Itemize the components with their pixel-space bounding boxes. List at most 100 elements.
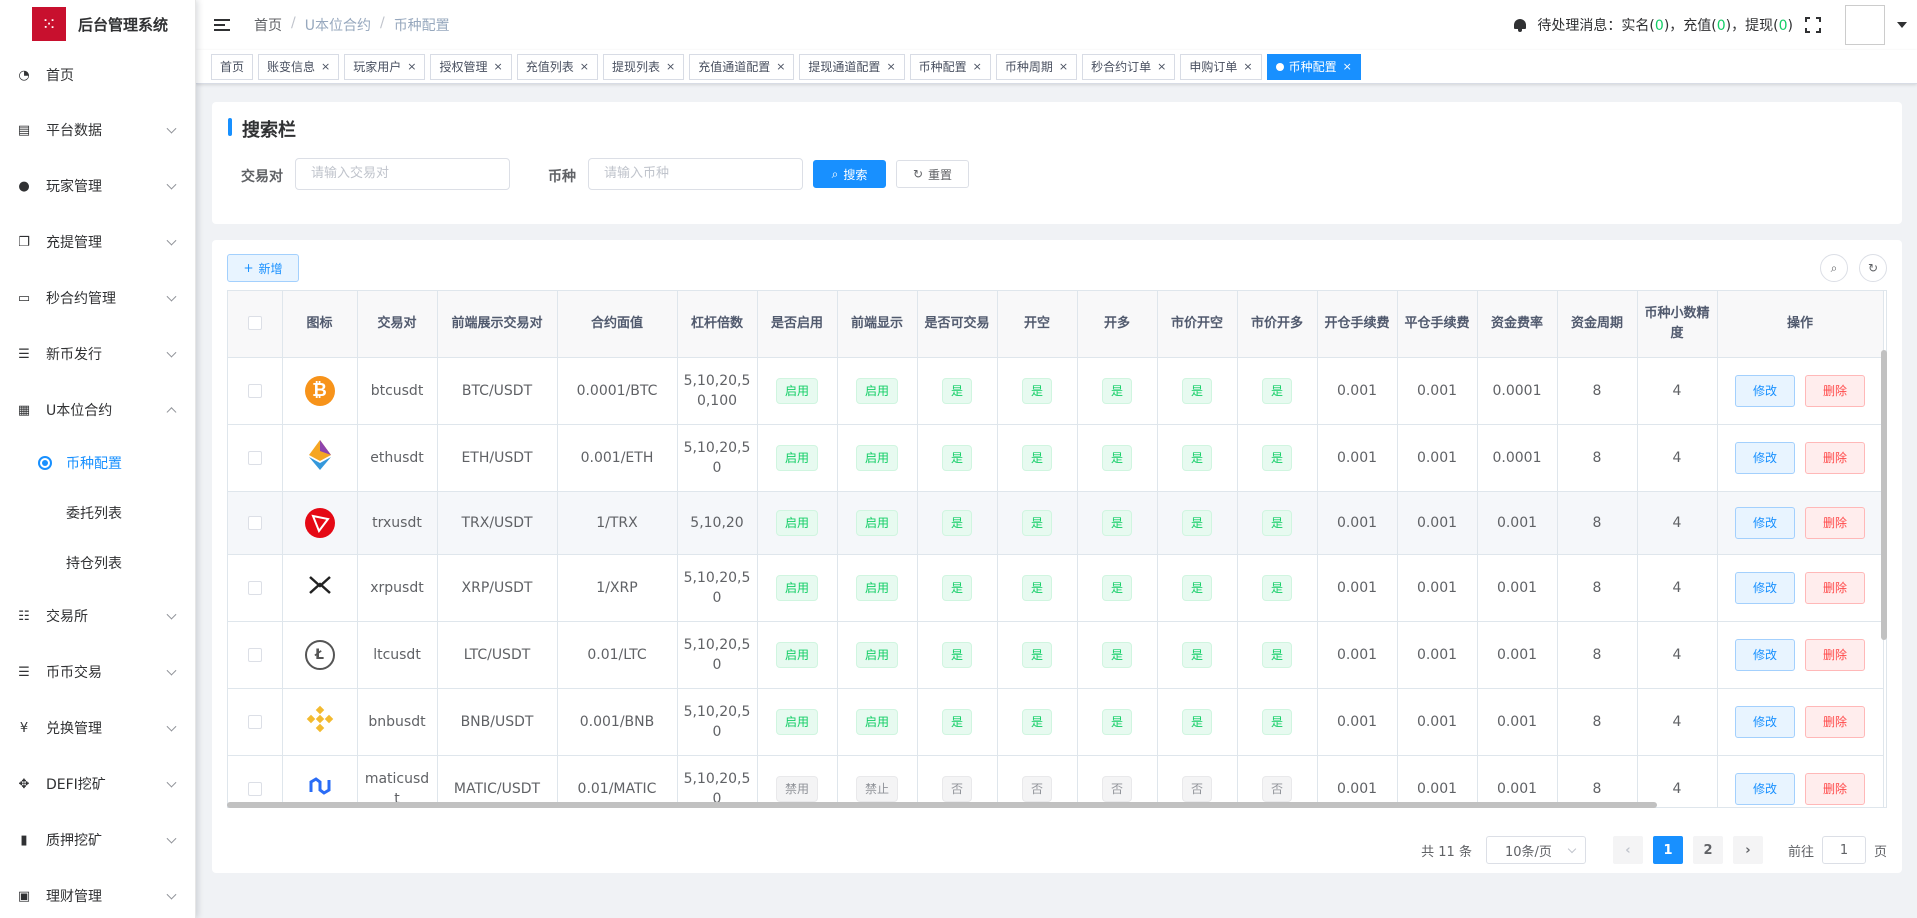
close-icon[interactable]: ×: [973, 60, 982, 73]
close-icon[interactable]: ×: [1059, 60, 1068, 73]
tag-recharge-channel[interactable]: 充值通道配置 ×: [689, 53, 795, 80]
sidebar-item-staking[interactable]: ▮ 质押挖矿: [0, 812, 195, 868]
table-row[interactable]: trxusdt TRX/USDT 1/TRX 5,10,20 启用 启用 是 是 是 是 是 0.00…: [228, 491, 1884, 555]
edit-button[interactable]: 修改: [1735, 571, 1795, 604]
tag-withdraw-list[interactable]: 提现列表 ×: [602, 53, 685, 80]
edit-button[interactable]: 修改: [1735, 506, 1795, 539]
pending-notice[interactable]: 待处理消息：实名(0)，充值(0)，提现(0): [1537, 15, 1793, 35]
sidebar-item-platform-data[interactable]: ▤ 平台数据: [0, 102, 195, 158]
sidebar-subitem-positions[interactable]: 持仓列表: [0, 538, 195, 588]
tag-subscribe-orders[interactable]: 申购订单 ×: [1180, 53, 1262, 80]
bell-icon[interactable]: [1513, 18, 1527, 32]
sidebar-item-finance[interactable]: ▣ 理财管理: [0, 868, 195, 918]
coin-input[interactable]: 请输入币种: [588, 158, 803, 190]
tag-home[interactable]: 首页: [211, 53, 254, 80]
select-all-checkbox[interactable]: [247, 316, 262, 331]
pair-input[interactable]: 请输入交易对: [295, 158, 510, 190]
row-checkbox[interactable]: [247, 383, 262, 398]
close-icon[interactable]: ×: [886, 60, 895, 73]
table-row[interactable]: bnbusdt BNB/USDT 0.001/BNB 5,10,20,50 启用 启用 是 是…: [228, 688, 1884, 756]
next-page-button[interactable]: ›: [1732, 836, 1763, 864]
header-select-all[interactable]: [228, 291, 283, 358]
row-select-cell[interactable]: [228, 621, 283, 689]
sidebar-item-new-coin[interactable]: ☰ 新币发行: [0, 326, 195, 382]
hamburger-icon[interactable]: [214, 16, 230, 34]
fullscreen-icon[interactable]: [1805, 17, 1821, 33]
sidebar-subitem-coin-config[interactable]: 币种配置: [0, 438, 195, 488]
page-button-2[interactable]: 2: [1692, 836, 1723, 864]
close-icon[interactable]: ×: [776, 60, 785, 73]
row-checkbox[interactable]: [247, 580, 262, 595]
caret-down-icon[interactable]: [1897, 22, 1907, 28]
table-row[interactable]: ₿ btcusdt BTC/USDT 0.0001/BTC 5,10,20,50,100…: [228, 357, 1884, 425]
delete-button[interactable]: 删除: [1805, 506, 1865, 539]
goto-page-input[interactable]: 1: [1821, 836, 1866, 864]
sidebar-item-second-contract[interactable]: ▭ 秒合约管理: [0, 270, 195, 326]
sidebar-item-swap[interactable]: ¥ 兑换管理: [0, 700, 195, 756]
table-row[interactable]: maticusdt MATIC/USDT 0.01/MATIC 5,10,20,50 禁…: [228, 755, 1884, 807]
edit-button[interactable]: 修改: [1735, 441, 1795, 474]
row-select-cell[interactable]: [228, 491, 283, 555]
edit-button[interactable]: 修改: [1735, 705, 1795, 738]
row-checkbox[interactable]: [247, 450, 262, 465]
close-icon[interactable]: ×: [1243, 60, 1252, 73]
delete-button[interactable]: 删除: [1805, 441, 1865, 474]
tag-second-orders[interactable]: 秒合约订单 ×: [1082, 53, 1176, 80]
close-icon[interactable]: ×: [580, 60, 589, 73]
tag-coin-config[interactable]: 币种配置 ×: [909, 53, 991, 80]
reset-button[interactable]: ↻ 重置: [896, 160, 969, 188]
sidebar-item-spot[interactable]: ☰ 币币交易: [0, 644, 195, 700]
row-checkbox[interactable]: [247, 515, 262, 530]
sidebar-subitem-orders[interactable]: 委托列表: [0, 488, 195, 538]
page-size-select[interactable]: 10条/页: [1485, 836, 1586, 864]
tag-coin-period[interactable]: 币种周期 ×: [995, 53, 1078, 80]
logo-area[interactable]: ⁙ 后台管理系统: [0, 0, 195, 48]
add-button[interactable]: + 新增: [227, 254, 299, 282]
row-checkbox[interactable]: [247, 714, 262, 729]
close-icon[interactable]: ×: [1157, 60, 1166, 73]
toggle-search-button[interactable]: ⌕: [1820, 254, 1848, 282]
edit-button[interactable]: 修改: [1735, 374, 1795, 407]
sidebar-item-u-contract[interactable]: ▦ U本位合约: [0, 382, 195, 438]
table-row[interactable]: xrpusdt XRP/USDT 1/XRP 5,10,20,50 启用 启用是是是是是 0…: [228, 554, 1884, 622]
tag-coin-config-active[interactable]: 币种配置 ×: [1266, 53, 1361, 80]
tag-account-changes[interactable]: 账变信息 ×: [258, 53, 340, 80]
table-row[interactable]: Łltcusdt LTC/USDT 0.01/LTC 5,10,20,50 启用 启用 是 是…: [228, 621, 1884, 689]
delete-button[interactable]: 删除: [1805, 772, 1865, 805]
row-checkbox[interactable]: [247, 781, 262, 796]
tag-players[interactable]: 玩家用户 ×: [344, 53, 426, 80]
search-button[interactable]: ⌕ 搜索: [813, 160, 886, 188]
sidebar-item-defi[interactable]: ✥ DEFI挖矿: [0, 756, 195, 812]
sidebar-item-exchange[interactable]: ☷ 交易所: [0, 588, 195, 644]
delete-button[interactable]: 删除: [1805, 705, 1865, 738]
avatar[interactable]: [1845, 5, 1885, 45]
close-icon[interactable]: ×: [494, 60, 503, 73]
table-row[interactable]: ethusdt ETH/USDT 0.001/ETH 5,10,20,50 启用 启用 是 是…: [228, 424, 1884, 492]
sidebar-item-home[interactable]: ◔ 首页: [0, 48, 195, 102]
row-checkbox[interactable]: [247, 647, 262, 662]
breadcrumb-home[interactable]: 首页: [254, 15, 282, 35]
vertical-scrollbar[interactable]: [1881, 350, 1887, 640]
page-button-1[interactable]: 1: [1652, 836, 1683, 864]
edit-button[interactable]: 修改: [1735, 638, 1795, 671]
refresh-button[interactable]: ↻: [1859, 254, 1887, 282]
edit-button[interactable]: 修改: [1735, 772, 1795, 805]
row-select-cell[interactable]: [228, 554, 283, 622]
close-icon[interactable]: ×: [321, 60, 330, 73]
tag-withdraw-channel[interactable]: 提现通道配置 ×: [799, 53, 905, 80]
delete-button[interactable]: 删除: [1805, 374, 1865, 407]
close-icon[interactable]: ×: [666, 60, 675, 73]
close-icon[interactable]: ×: [407, 60, 416, 73]
row-select-cell[interactable]: [228, 688, 283, 756]
horizontal-scrollbar[interactable]: [227, 802, 1657, 808]
delete-button[interactable]: 删除: [1805, 638, 1865, 671]
tag-recharge-list[interactable]: 充值列表 ×: [516, 53, 598, 80]
row-select-cell[interactable]: [228, 424, 283, 492]
row-select-cell[interactable]: [228, 755, 283, 807]
tag-auth[interactable]: 授权管理 ×: [430, 53, 512, 80]
delete-button[interactable]: 删除: [1805, 571, 1865, 604]
sidebar-item-players[interactable]: ● 玩家管理: [0, 158, 195, 214]
close-icon[interactable]: ×: [1343, 60, 1352, 73]
sidebar-item-deposit-withdraw[interactable]: ❐ 充提管理: [0, 214, 195, 270]
prev-page-button[interactable]: ‹: [1612, 836, 1643, 864]
